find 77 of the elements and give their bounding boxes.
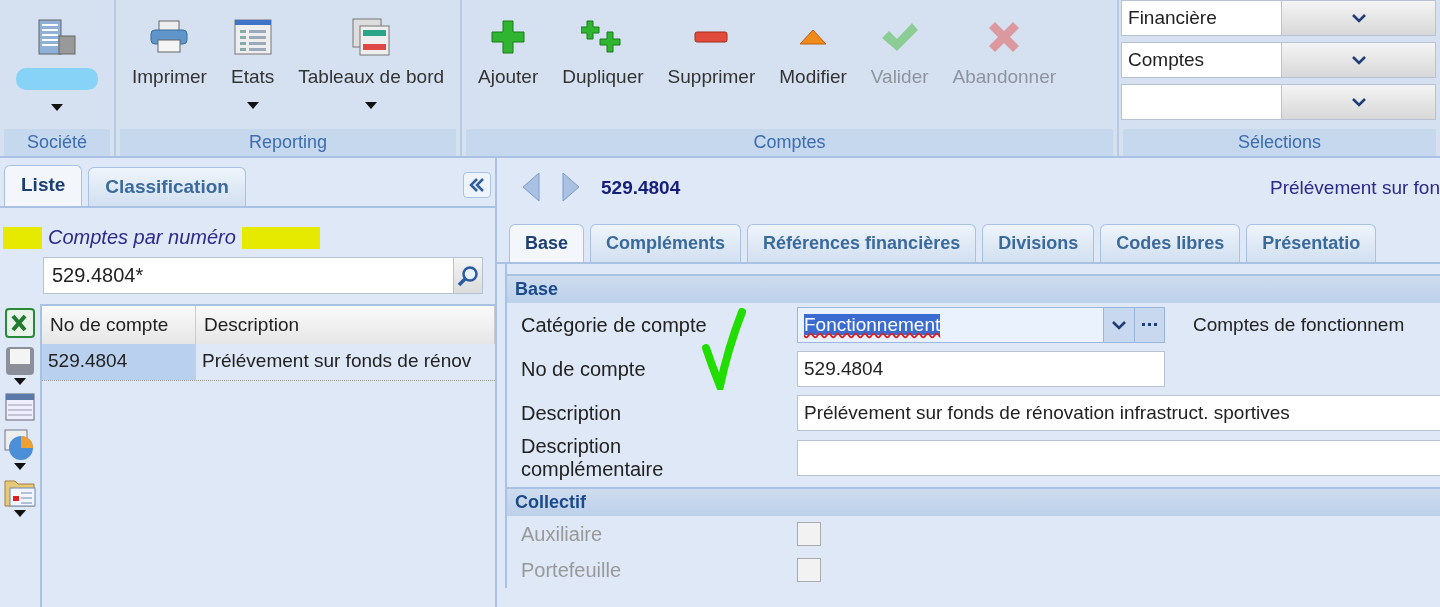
ribbon-button[interactable]: Etats <box>220 0 285 128</box>
caret-icon <box>14 463 26 470</box>
ribbon-button[interactable]: Dupliquer <box>552 0 654 128</box>
caret-icon <box>14 510 26 517</box>
toolbar-button[interactable] <box>5 346 35 385</box>
dropdown[interactable]: Financière <box>1121 0 1436 36</box>
category-combo[interactable]: Fonctionnement <box>797 307 1165 343</box>
toolbar-button[interactable] <box>4 429 36 470</box>
ribbon-button[interactable]: Supprimer <box>657 0 766 128</box>
pie-chart-icon <box>4 429 36 461</box>
tab[interactable]: Références financières <box>747 224 977 262</box>
category-note: Comptes de fonctionnem <box>1193 314 1405 336</box>
field-label: Portefeuille <box>521 558 623 582</box>
ribbon-button[interactable]: Modifier <box>769 0 857 128</box>
list-title: Comptes par numéro <box>48 226 236 249</box>
building-icon <box>37 18 77 56</box>
input-field[interactable]: Prélévement sur fonds de rénovation infrastruct. sportives <box>797 395 1440 431</box>
group-label: Comptes <box>466 129 1114 156</box>
ellipsis-icon <box>1141 323 1158 327</box>
section-header: Collectif <box>507 487 1440 516</box>
group-label: Reporting <box>120 129 457 156</box>
tab[interactable]: Compléments <box>590 224 742 262</box>
forward-button[interactable] <box>561 171 581 205</box>
field-label: Catégorie de compte <box>521 313 708 337</box>
minus-icon <box>694 31 729 43</box>
form-window-icon <box>233 19 272 55</box>
triangle-right-icon <box>561 171 581 202</box>
dashboard-icon <box>352 18 391 56</box>
column-header[interactable]: Description <box>196 306 495 344</box>
caret-icon <box>365 102 378 109</box>
chevron-down-icon <box>1351 13 1366 23</box>
group-label: Sélections <box>1123 129 1436 156</box>
folder-icon <box>4 478 36 508</box>
more-button[interactable] <box>1134 308 1164 342</box>
chevron-down-icon <box>1351 55 1366 65</box>
chevron-down-icon <box>1112 320 1126 330</box>
account-number: 529.4804 <box>601 177 681 199</box>
section-header: Base <box>507 274 1440 303</box>
triangle-left-icon <box>521 171 541 202</box>
double-chevron-left-icon <box>469 178 485 192</box>
table-cell: 529.4804 <box>42 344 196 380</box>
input-field[interactable] <box>797 440 1440 476</box>
tab[interactable]: Base <box>509 224 585 262</box>
window-icon <box>5 393 35 421</box>
field-label: Auxiliaire <box>521 522 604 546</box>
tab[interactable]: Codes libres <box>1100 224 1241 262</box>
printer-icon <box>149 20 190 54</box>
spreadsheet-icon <box>5 308 35 338</box>
ribbon-button[interactable]: Imprimer <box>122 0 217 128</box>
back-button[interactable] <box>521 171 541 205</box>
triangle-up-icon <box>799 29 827 45</box>
collapse-button[interactable] <box>463 172 491 198</box>
tab[interactable]: Divisions <box>982 224 1095 262</box>
input-field[interactable]: 529.4804 <box>797 351 1165 387</box>
caret-icon <box>246 102 259 109</box>
ribbon-button[interactable]: Tableaux de bord <box>288 0 455 128</box>
table-cell-text: Prélévement sur fonds de rénov <box>201 349 473 373</box>
search-icon <box>457 264 479 287</box>
close-icon <box>987 20 1022 54</box>
highlight-mark <box>3 226 42 249</box>
search-field[interactable]: 529.4804* <box>43 257 453 294</box>
ribbon-button[interactable]: Ajouter <box>468 0 549 128</box>
plus-icon <box>491 20 526 54</box>
tab[interactable]: Liste <box>4 165 83 206</box>
field-label: Description complémentaire <box>521 435 665 481</box>
caret-icon <box>14 378 26 385</box>
chevron-down-icon <box>1351 97 1366 107</box>
caret-icon <box>51 104 63 111</box>
dropdown[interactable]: Comptes <box>1121 42 1436 78</box>
tab[interactable]: Classification <box>88 167 246 206</box>
toolbar-button[interactable] <box>4 478 36 517</box>
account-title: Prélévement sur fon <box>1269 177 1440 199</box>
field-label: No de compte <box>521 357 647 381</box>
search-button[interactable] <box>453 257 483 294</box>
field-label: Description <box>521 401 623 425</box>
tab[interactable]: Présentatio <box>1246 224 1377 262</box>
group-label: Société <box>4 129 110 156</box>
